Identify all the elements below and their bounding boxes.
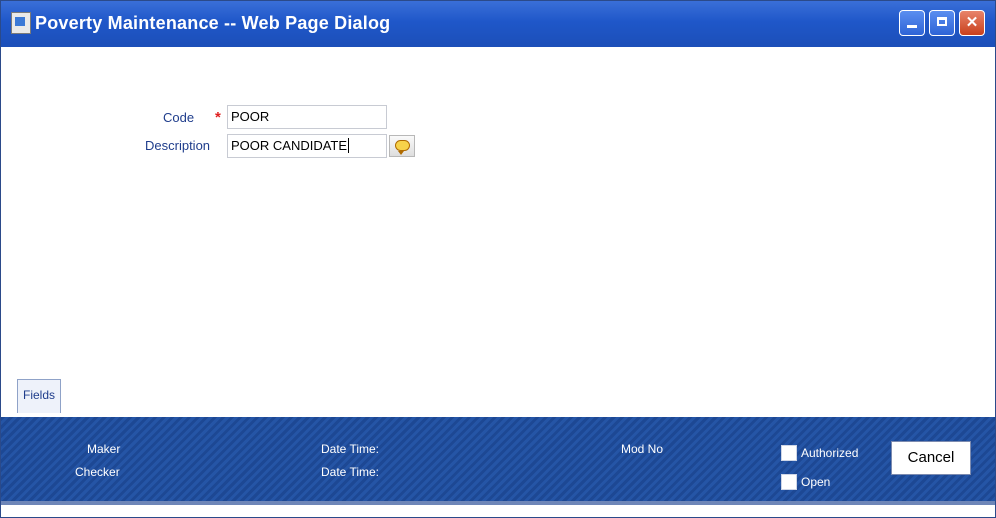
code-value: POOR <box>231 109 270 124</box>
mod-no-label: Mod No <box>621 442 664 456</box>
authorized-label: Authorized <box>801 446 859 460</box>
dialog-window: Poverty Maintenance -- Web Page Dialog ✕… <box>0 0 996 518</box>
maximize-icon <box>937 17 947 26</box>
checker-datetime-label: Date Time: <box>321 465 380 479</box>
window-app-icon <box>11 12 31 34</box>
close-button[interactable]: ✕ <box>959 10 985 36</box>
required-asterisk: * <box>215 109 221 126</box>
maximize-button[interactable] <box>929 10 955 36</box>
minimize-button[interactable] <box>899 10 925 36</box>
window-title: Poverty Maintenance -- Web Page Dialog <box>35 13 391 33</box>
open-checkbox[interactable] <box>781 474 797 490</box>
code-input[interactable]: POOR <box>227 105 387 129</box>
maker-datetime-label: Date Time: <box>321 442 380 456</box>
code-label: Code <box>163 110 195 125</box>
speech-bubble-icon <box>395 140 410 155</box>
minimize-icon <box>907 25 917 28</box>
close-icon: ✕ <box>965 14 979 31</box>
title-bar[interactable]: Poverty Maintenance -- Web Page Dialog ✕ <box>1 1 995 47</box>
description-value: POOR CANDIDATE <box>231 138 348 153</box>
description-label: Description <box>145 138 211 153</box>
maker-label: Maker <box>87 442 121 456</box>
description-input[interactable]: POOR CANDIDATE <box>227 134 387 158</box>
description-lookup-button[interactable] <box>389 135 415 157</box>
cancel-button[interactable]: Cancel <box>891 441 971 475</box>
footer-divider <box>1 501 995 505</box>
open-label: Open <box>801 475 831 489</box>
text-cursor <box>348 138 350 153</box>
checker-label: Checker <box>75 465 120 479</box>
tab-fields[interactable]: Fields <box>17 379 61 413</box>
authorized-checkbox[interactable] <box>781 445 797 461</box>
